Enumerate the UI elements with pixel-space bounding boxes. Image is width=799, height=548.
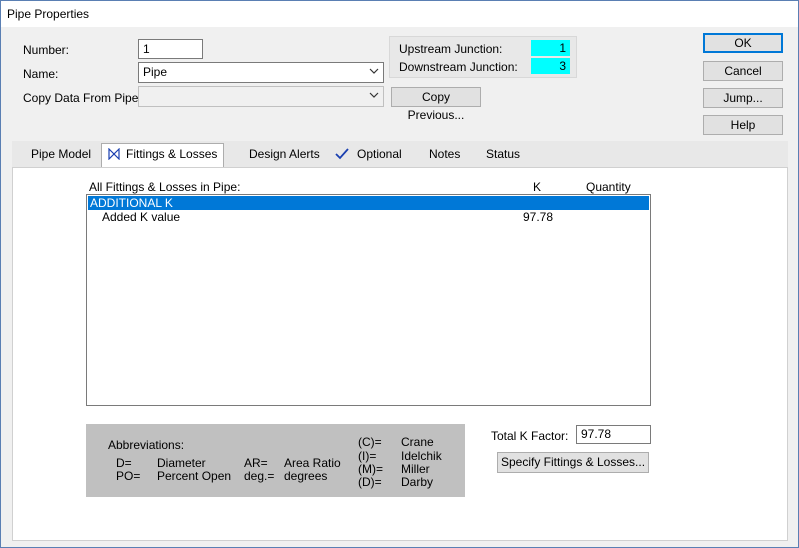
tab-label: Pipe Model xyxy=(31,147,92,161)
ok-button[interactable]: OK xyxy=(703,33,783,53)
list-item-name: ADDITIONAL K xyxy=(90,196,173,210)
number-field[interactable]: 1 xyxy=(138,39,203,59)
list-item-k: 97.78 xyxy=(523,210,554,224)
abbrev-dd-key: (D)= xyxy=(358,475,382,489)
abbrev-po-val: Percent Open xyxy=(157,469,232,483)
name-value: Pipe xyxy=(143,65,168,79)
total-k-label: Total K Factor: xyxy=(491,429,569,443)
list-item-name: Added K value xyxy=(102,210,181,224)
k-column-header: K xyxy=(533,180,542,194)
copy-data-label: Copy Data From Pipe... xyxy=(23,91,149,105)
total-k-field[interactable]: 97.78 xyxy=(576,425,651,444)
tab-label: Optional xyxy=(357,147,402,161)
cancel-button[interactable]: Cancel xyxy=(703,61,783,81)
downstream-junction-value: 3 xyxy=(531,58,570,74)
tab-pipe-model[interactable]: Pipe Model xyxy=(31,147,91,161)
abbrev-po-key: PO= xyxy=(116,469,141,483)
copy-previous-button[interactable]: Copy Previous... xyxy=(391,87,481,122)
number-label: Number: xyxy=(23,43,70,57)
checkmark-icon xyxy=(335,148,349,160)
chevron-down-icon[interactable] xyxy=(369,90,379,100)
abbrev-deg-key: deg.= xyxy=(244,469,275,483)
title-bar: Pipe Properties xyxy=(1,1,798,27)
specify-fittings-button[interactable]: Specify Fittings & Losses... xyxy=(497,452,649,473)
tab-design-alerts[interactable]: Design Alerts xyxy=(249,147,320,161)
tab-status[interactable]: Status xyxy=(486,147,520,161)
list-item[interactable]: Added K value 97.78 xyxy=(88,210,649,224)
abbrev-dd-val: Darby xyxy=(401,475,434,489)
upstream-junction-value: 1 xyxy=(531,40,570,56)
help-button[interactable]: Help xyxy=(703,115,783,135)
tab-notes[interactable]: Notes xyxy=(429,147,460,161)
copy-data-combobox[interactable] xyxy=(138,86,384,107)
abbrev-c-key: (C)= xyxy=(358,435,382,449)
abbrev-title: Abbreviations: xyxy=(108,438,185,452)
name-combobox[interactable]: Pipe xyxy=(138,62,384,83)
tab-optional[interactable]: Optional xyxy=(335,147,402,161)
list-item-selected[interactable]: ADDITIONAL K xyxy=(88,196,649,210)
upstream-junction-label: Upstream Junction: xyxy=(399,42,503,56)
name-label: Name: xyxy=(23,67,59,81)
tab-label: Status xyxy=(486,147,521,161)
fittings-list[interactable]: ADDITIONAL K Added K value 97.78 xyxy=(86,194,651,406)
bowtie-valve-icon xyxy=(108,148,120,160)
tab-fittings-losses[interactable]: Fittings & Losses xyxy=(101,143,224,167)
abbreviations-legend: Abbreviations: D= Diameter PO= Percent O… xyxy=(86,424,465,497)
window-title: Pipe Properties xyxy=(7,7,90,21)
downstream-junction-label: Downstream Junction: xyxy=(399,60,518,74)
tab-label: Notes xyxy=(429,147,461,161)
abbrev-c-val: Crane xyxy=(401,435,434,449)
chevron-down-icon[interactable] xyxy=(369,66,379,76)
abbrev-deg-val: degrees xyxy=(284,469,328,483)
tab-label: Design Alerts xyxy=(249,147,320,161)
quantity-column-header: Quantity xyxy=(586,180,631,194)
fittings-list-header: All Fittings & Losses in Pipe: xyxy=(89,180,241,194)
pipe-properties-window: Pipe Properties Number: 1 Name: Pipe Cop… xyxy=(0,0,799,548)
jump-button[interactable]: Jump... xyxy=(703,88,783,108)
tab-label: Fittings & Losses xyxy=(126,147,218,161)
